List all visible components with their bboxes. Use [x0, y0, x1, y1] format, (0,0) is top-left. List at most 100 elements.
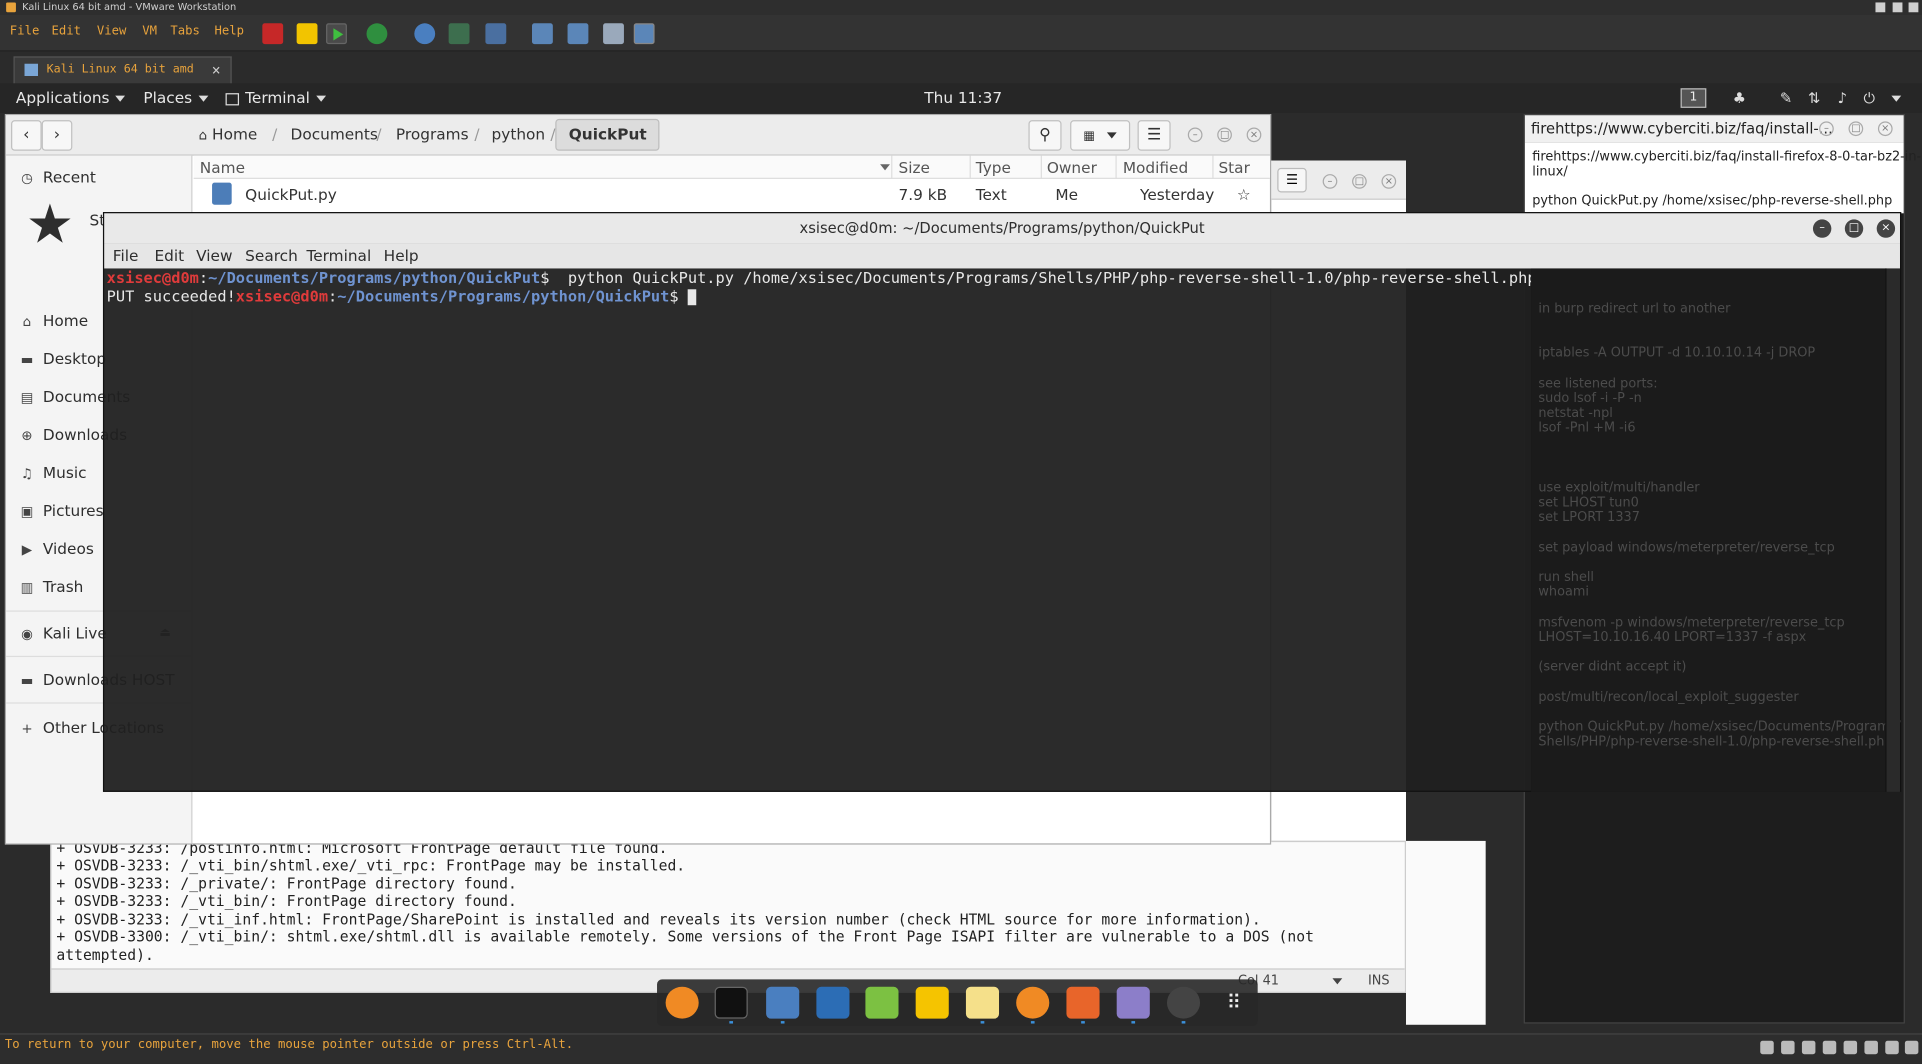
- star-toggle-icon[interactable]: ☆: [1237, 185, 1251, 203]
- column-modified[interactable]: Modified: [1123, 158, 1188, 176]
- files-icon[interactable]: [766, 986, 800, 1019]
- minimize-icon[interactable]: –: [1819, 121, 1834, 137]
- maximize-icon[interactable]: □: [1848, 121, 1864, 137]
- device-network-icon[interactable]: [1801, 1040, 1816, 1055]
- burpsuite-icon[interactable]: [1066, 986, 1100, 1019]
- terminal-menu-search[interactable]: Search: [245, 246, 298, 264]
- power-on-icon[interactable]: [326, 23, 347, 45]
- column-size[interactable]: Size: [899, 158, 930, 176]
- device-hdd-icon[interactable]: [1760, 1040, 1774, 1055]
- file-row[interactable]: QuickPut.py 7.9 kB Text Me Yesterday ☆: [194, 179, 1270, 208]
- metasploit-icon[interactable]: [816, 986, 850, 1019]
- sidebar-item-music[interactable]: ♫ Music: [18, 461, 87, 486]
- device-display-icon[interactable]: [1885, 1040, 1899, 1055]
- maximize-icon[interactable]: □: [1217, 127, 1232, 143]
- sidebar-toggle-icon[interactable]: [531, 23, 553, 45]
- maximize-icon[interactable]: □: [1352, 174, 1367, 189]
- sidebar-item-kali-live[interactable]: ◉ Kali Live: [18, 621, 107, 646]
- power-off-icon[interactable]: [262, 23, 284, 45]
- terminal-menu-terminal[interactable]: Terminal: [306, 246, 371, 264]
- device-printer-icon[interactable]: [1864, 1040, 1878, 1055]
- breadcrumb-programs[interactable]: Programs: [396, 125, 469, 143]
- tab-kali-linux[interactable]: Kali Linux 64 bit amd ×: [13, 56, 232, 84]
- device-usb-icon[interactable]: [1822, 1040, 1837, 1055]
- menu-icon[interactable]: ☰: [1277, 167, 1307, 193]
- thumbnail-icon[interactable]: [567, 23, 589, 45]
- maximize-icon[interactable]: □: [1844, 219, 1864, 238]
- firefox-icon[interactable]: [665, 986, 699, 1019]
- sidebar-item-recent[interactable]: ◷ Recent: [18, 165, 96, 190]
- eye-icon[interactable]: [1166, 986, 1201, 1019]
- vm-menu-vm[interactable]: VM: [142, 25, 157, 38]
- sort-chevron-icon[interactable]: [880, 164, 890, 171]
- sidebar-item-desktop[interactable]: ▬ Desktop: [18, 347, 107, 372]
- breadcrumb-home[interactable]: ⌂ Home: [199, 125, 258, 143]
- vm-maximize-icon[interactable]: [1892, 2, 1903, 13]
- menu-button[interactable]: ☰: [1137, 120, 1171, 151]
- workspace-indicator[interactable]: 1: [1680, 88, 1707, 108]
- vm-close-icon[interactable]: [1908, 2, 1919, 13]
- minimize-icon[interactable]: –: [1187, 127, 1203, 143]
- notes-icon[interactable]: [965, 986, 1000, 1019]
- message-log-icon[interactable]: [1904, 1040, 1919, 1055]
- chevron-down-icon[interactable]: [1332, 978, 1343, 985]
- terminal-scrollbar[interactable]: [1885, 268, 1900, 792]
- vm-menu-edit[interactable]: Edit: [51, 25, 81, 38]
- terminal-menu-view[interactable]: View: [196, 246, 232, 264]
- nikto-output-editor[interactable]: + OSVDB-3233: /postinfo.html: Microsoft …: [50, 840, 1406, 993]
- column-name[interactable]: Name: [200, 158, 245, 176]
- terminal-app-menu[interactable]: Terminal: [225, 88, 326, 107]
- firefox-esr-icon[interactable]: [1016, 986, 1050, 1019]
- sidebar-item-home[interactable]: ⌂ Home: [18, 309, 88, 334]
- view-options-button[interactable]: ▦: [1070, 120, 1131, 151]
- terminal-dock-icon[interactable]: [714, 986, 748, 1019]
- terminal-menu-file[interactable]: File: [113, 246, 139, 264]
- vm-minimize-icon[interactable]: [1875, 2, 1886, 13]
- close-icon[interactable]: ×: [1381, 174, 1397, 189]
- terminal-output[interactable]: xsisec@d0m:~/Documents/Programs/python/Q…: [104, 268, 1901, 792]
- notes-text-area[interactable]: firehttps://www.cyberciti.biz/faq/instal…: [1524, 142, 1921, 214]
- terminal-menu-help[interactable]: Help: [384, 246, 419, 264]
- column-owner[interactable]: Owner: [1047, 158, 1097, 176]
- minimize-icon[interactable]: –: [1322, 174, 1338, 189]
- device-sound-icon[interactable]: [1843, 1040, 1858, 1055]
- breadcrumb-quickput[interactable]: QuickPut: [555, 118, 660, 168]
- app-grid-icon[interactable]: ⠿: [1217, 987, 1250, 1019]
- sidebar-item-pictures[interactable]: ▣ Pictures: [18, 499, 104, 524]
- close-icon[interactable]: ×: [1877, 121, 1893, 137]
- power-icon[interactable]: ⏻: [1861, 89, 1878, 106]
- vm-menu-view[interactable]: View: [97, 25, 127, 38]
- sidebar-item-trash[interactable]: ▥ Trash: [18, 575, 84, 600]
- device-cd-icon[interactable]: [1781, 1040, 1795, 1055]
- revert-snapshot-icon[interactable]: [448, 23, 470, 45]
- cherrytree-icon[interactable]: [915, 986, 949, 1019]
- minimize-icon[interactable]: –: [1812, 219, 1832, 238]
- sidebar-item-videos[interactable]: ▶ Videos: [18, 537, 94, 562]
- search-button[interactable]: ⚲: [1028, 120, 1062, 151]
- terminal-menu-edit[interactable]: Edit: [154, 246, 184, 264]
- document-viewer-icon[interactable]: [1116, 986, 1150, 1019]
- system-menu-chevron-icon[interactable]: [1891, 95, 1902, 102]
- column-type[interactable]: Type: [976, 158, 1011, 176]
- fullscreen-icon[interactable]: [603, 23, 624, 45]
- forward-button[interactable]: ›: [41, 120, 73, 151]
- unity-icon[interactable]: [633, 23, 655, 45]
- vm-menu-file[interactable]: File: [10, 25, 40, 38]
- places-menu[interactable]: Places: [143, 88, 209, 107]
- suspend-icon[interactable]: [296, 23, 318, 45]
- snapshot-manager-icon[interactable]: [485, 23, 507, 45]
- restart-icon[interactable]: [366, 23, 388, 45]
- breadcrumb-documents[interactable]: Documents: [291, 125, 378, 143]
- vm-menu-help[interactable]: Help: [215, 25, 245, 38]
- close-tab-icon[interactable]: ×: [212, 58, 221, 83]
- applications-menu[interactable]: Applications: [16, 88, 126, 107]
- vm-menu-tabs[interactable]: Tabs: [170, 25, 200, 38]
- text-editor-icon[interactable]: [865, 986, 899, 1019]
- clock[interactable]: Thu 11:37: [924, 88, 1002, 106]
- back-button[interactable]: ‹: [11, 120, 42, 151]
- close-icon[interactable]: ×: [1246, 127, 1262, 143]
- column-star[interactable]: Star: [1218, 158, 1249, 176]
- snapshot-icon[interactable]: [414, 23, 436, 45]
- close-icon[interactable]: ×: [1876, 219, 1896, 238]
- breadcrumb-python[interactable]: python: [492, 125, 546, 143]
